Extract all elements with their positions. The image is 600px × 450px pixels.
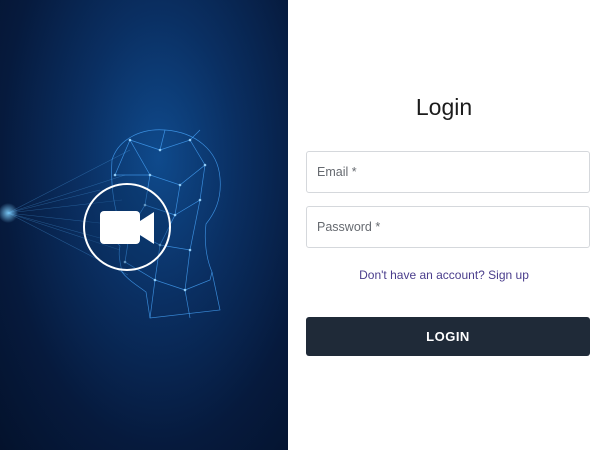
email-field[interactable] <box>307 152 589 192</box>
password-field-container <box>306 206 590 248</box>
hero-panel <box>0 0 288 450</box>
email-field-container <box>306 151 590 193</box>
wireframe-face-illustration <box>0 129 221 319</box>
page-title: Login <box>415 94 473 120</box>
password-field[interactable] <box>307 207 589 247</box>
signup-link[interactable]: Don't have an account? Sign up <box>288 268 600 282</box>
login-panel: Login Don't have an account? Sign up LOG… <box>288 0 600 450</box>
light-source <box>0 203 18 223</box>
video-camera-icon <box>83 183 171 271</box>
login-button[interactable]: LOGIN <box>306 317 590 356</box>
